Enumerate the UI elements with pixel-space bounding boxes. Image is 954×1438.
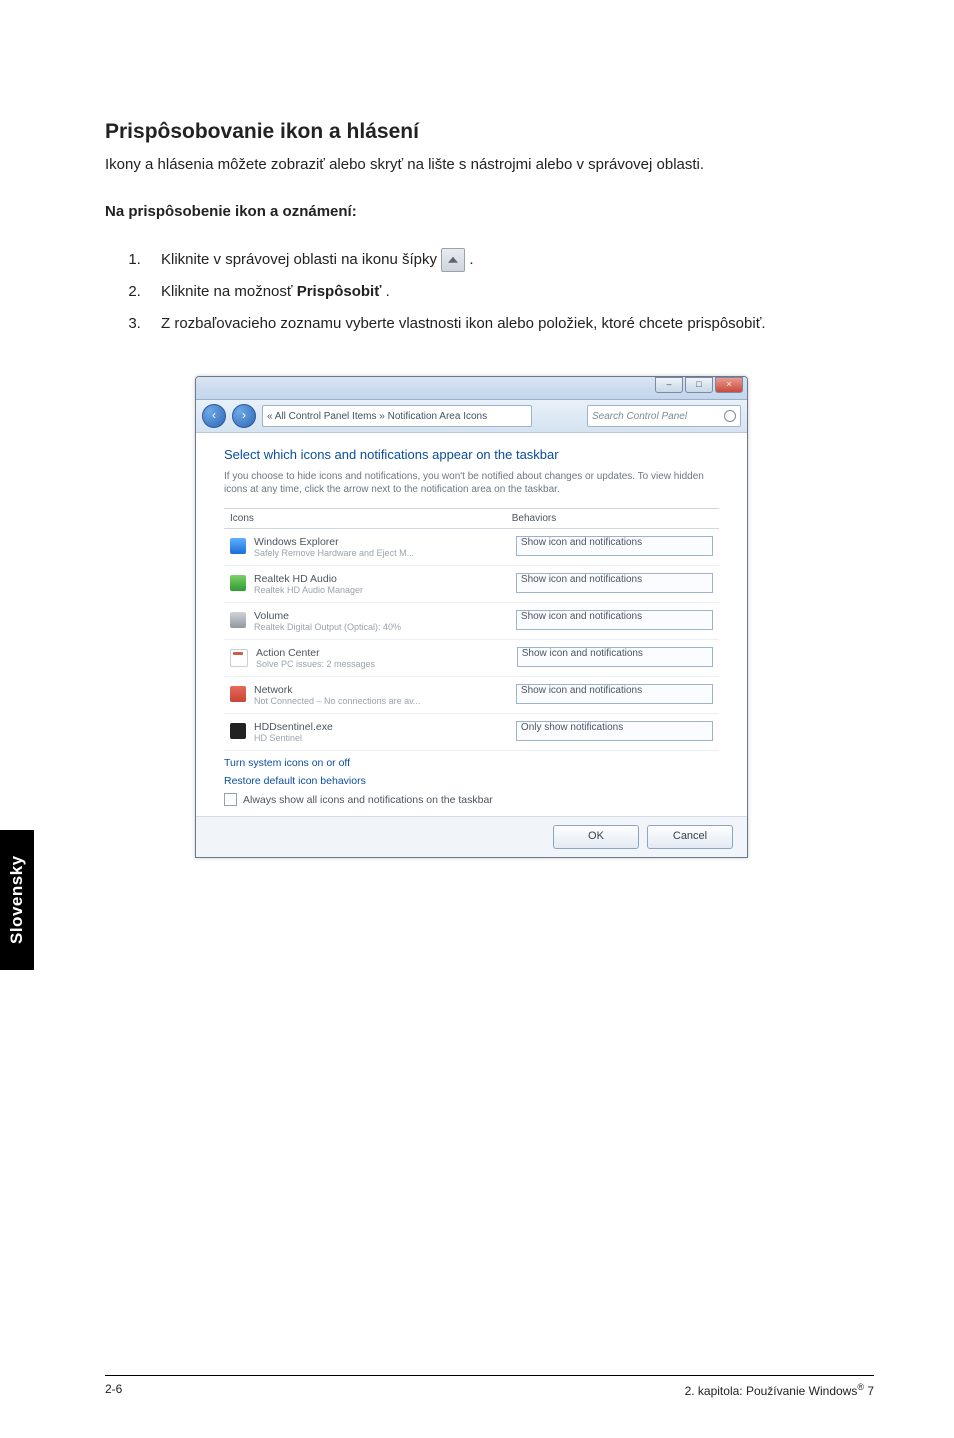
row-text: Network Not Connected – No connections a… [254,684,516,706]
language-side-tab: Slovensky [0,830,34,970]
behavior-select[interactable]: Show icon and notifications [516,684,713,704]
volume-icon [230,612,246,628]
page-footer: 2-6 2. kapitola: Používanie Windows® 7 [0,1382,954,1398]
window-titlebar: – □ × [196,377,747,400]
realtek-icon [230,575,246,591]
step-2-bold: Prispôsobiť [297,283,382,300]
behavior-select[interactable]: Only show notifications [516,721,713,741]
row-sub: Not Connected – No connections are av... [254,696,516,706]
always-show-row: Always show all icons and notifications … [224,793,719,806]
row-sub: Realtek Digital Output (Optical): 40% [254,622,516,632]
row-sub: HD Sentinel [254,733,516,743]
step-1: Kliknite v správovej oblasti na ikonu ší… [145,248,874,272]
window-navbar: ‹ › « All Control Panel Items » Notifica… [196,400,747,433]
step-1-text-a: Kliknite v správovej oblasti na ikonu ší… [161,251,441,268]
row-name: HDDsentinel.exe [254,721,516,733]
nav-forward-button[interactable]: › [232,404,256,428]
row-text: HDDsentinel.exe HD Sentinel [254,721,516,743]
window-footer: OK Cancel [196,816,747,857]
link-system-icons[interactable]: Turn system icons on or off [224,757,719,769]
table-row: Network Not Connected – No connections a… [224,677,719,714]
minimize-button[interactable]: – [655,377,683,393]
document-page: Prispôsobovanie ikon a hlásení Ikony a h… [0,0,954,1340]
table-header: Icons Behaviors [224,509,719,529]
hdd-sentinel-icon [230,723,246,739]
row-sub: Realtek HD Audio Manager [254,585,516,595]
row-text: Realtek HD Audio Realtek HD Audio Manage… [254,573,516,595]
behavior-select[interactable]: Show icon and notifications [516,573,713,593]
window-body: Select which icons and notifications app… [196,433,747,816]
table-row: Windows Explorer Safely Remove Hardware … [224,529,719,566]
col-header-icons: Icons [230,513,512,524]
icons-table: Icons Behaviors Windows Explorer Safely … [224,508,719,751]
chapter-suffix: 7 [864,1384,874,1398]
behavior-select[interactable]: Show icon and notifications [516,610,713,630]
always-show-label: Always show all icons and notifications … [243,794,493,806]
row-name: Action Center [256,647,517,659]
embedded-screenshot: – □ × ‹ › « All Control Panel Items » No… [195,376,748,858]
row-text: Windows Explorer Safely Remove Hardware … [254,536,516,558]
step-2-text-c: . [386,283,390,300]
table-row: HDDsentinel.exe HD Sentinel Only show no… [224,714,719,751]
links-area: Turn system icons on or off Restore defa… [224,751,719,806]
chapter-text: 2. kapitola: Používanie Windows [685,1384,858,1398]
section-title: Prispôsobovanie ikon a hlásení [105,120,874,144]
close-button[interactable]: × [715,377,743,393]
table-row: Volume Realtek Digital Output (Optical):… [224,603,719,640]
section-subhead: Na prispôsobenie ikon a oznámení: [105,203,874,220]
step-1-text-b: . [469,251,473,268]
panel-heading: Select which icons and notifications app… [224,447,719,462]
registered-icon: ® [857,1382,864,1392]
action-center-icon [230,649,248,667]
row-name: Windows Explorer [254,536,516,548]
link-restore-defaults[interactable]: Restore default icon behaviors [224,775,719,787]
col-header-behaviors: Behaviors [512,513,713,524]
maximize-button[interactable]: □ [685,377,713,393]
footer-divider [105,1375,874,1376]
row-text: Volume Realtek Digital Output (Optical):… [254,610,516,632]
ok-button[interactable]: OK [553,825,639,849]
behavior-select[interactable]: Show icon and notifications [516,536,713,556]
section-intro: Ikony a hlásenia môžete zobraziť alebo s… [105,154,874,175]
cancel-button[interactable]: Cancel [647,825,733,849]
row-name: Network [254,684,516,696]
page-number: 2-6 [105,1382,122,1398]
panel-description: If you choose to hide icons and notifica… [224,470,719,496]
step-2: Kliknite na možnosť Prispôsobiť . [145,280,874,304]
row-text: Action Center Solve PC issues: 2 message… [256,647,517,669]
row-name: Realtek HD Audio [254,573,516,585]
step-2-text-a: Kliknite na možnosť [161,283,297,300]
table-row: Action Center Solve PC issues: 2 message… [224,640,719,677]
chapter-label: 2. kapitola: Používanie Windows® 7 [685,1382,874,1398]
notification-arrow-icon [441,248,465,272]
control-panel-window: – □ × ‹ › « All Control Panel Items » No… [195,376,748,858]
steps-list: Kliknite v správovej oblasti na ikonu ší… [105,248,874,336]
nav-back-button[interactable]: ‹ [202,404,226,428]
behavior-select[interactable]: Show icon and notifications [517,647,713,667]
always-show-checkbox[interactable] [224,793,237,806]
network-icon [230,686,246,702]
row-name: Volume [254,610,516,622]
table-row: Realtek HD Audio Realtek HD Audio Manage… [224,566,719,603]
address-bar[interactable]: « All Control Panel Items » Notification… [262,405,532,427]
windows-explorer-icon [230,538,246,554]
row-sub: Solve PC issues: 2 messages [256,659,517,669]
row-sub: Safely Remove Hardware and Eject M... [254,548,516,558]
step-3: Z rozbaľovacieho zoznamu vyberte vlastno… [145,312,874,336]
search-input[interactable]: Search Control Panel [587,405,741,427]
